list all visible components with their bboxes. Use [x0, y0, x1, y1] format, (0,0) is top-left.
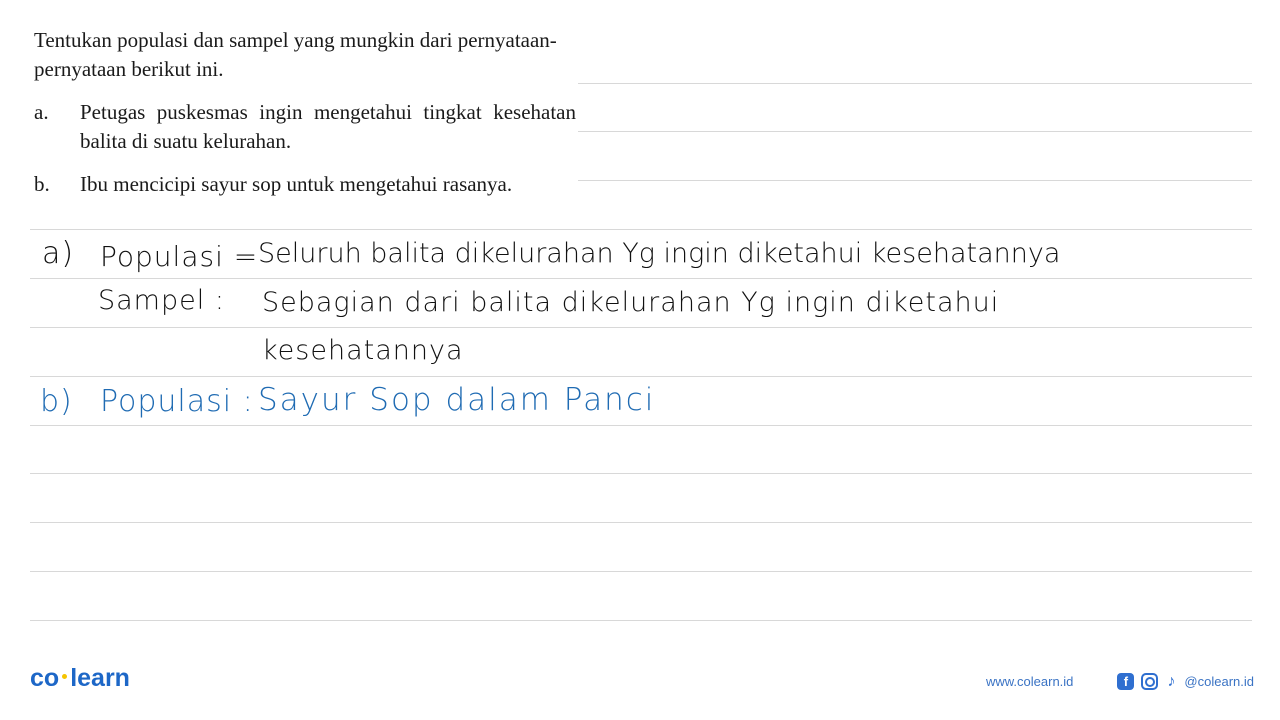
ruled-line	[578, 131, 1252, 132]
question-item-text: Ibu mencicipi sayur sop untuk mengetahui…	[80, 172, 513, 196]
ruled-line	[578, 180, 1252, 181]
answer-a-populasi-label: Populasi =	[100, 240, 259, 273]
ruled-line	[30, 571, 1252, 572]
answer-a-sampel-text-cont: kesehatannya	[262, 335, 464, 366]
ruled-line	[30, 278, 1252, 279]
question-item-b: b. Ibu mencicipi sayur sop untuk mengeta…	[34, 170, 590, 230]
logo-dot	[62, 674, 68, 680]
ruled-line	[30, 620, 1252, 621]
answer-a-label: a)	[42, 236, 75, 271]
question-intro: Tentukan populasi dan sampel yang mungki…	[34, 28, 557, 81]
answer-a-sampel-label: Sampel :	[98, 285, 225, 316]
answer-b-populasi-text: Sayur Sop dalam Panci	[258, 382, 656, 418]
question-item-text: Petugas puskesmas ingin mengetahui tingk…	[80, 100, 576, 153]
question-item-label: a.	[34, 100, 49, 124]
question-item-a: a. Petugas puskesmas ingin mengetahui ti…	[34, 98, 590, 158]
ruled-line	[30, 327, 1252, 328]
tiktok-icon[interactable]: ♪	[1165, 673, 1177, 690]
ruled-line	[30, 522, 1252, 523]
ruled-line	[30, 473, 1252, 474]
answer-a-sampel-text: Sebagian dari balita dikelurahan Yg ingi…	[262, 287, 1000, 318]
answer-b-populasi-label: Populasi :	[100, 384, 254, 419]
footer-links: www.colearn.id f ♪ @colearn.id	[986, 673, 1254, 690]
answer-a-populasi-text: Seluruh balita dikelurahan Yg ingin dike…	[258, 238, 1061, 269]
question-item-label: b.	[34, 172, 50, 196]
answer-b-label: b)	[40, 384, 73, 419]
ruled-line	[30, 425, 1252, 426]
logo-text-right: learn	[70, 664, 130, 692]
instagram-icon[interactable]	[1141, 673, 1159, 690]
social-handle[interactable]: @colearn.id	[1184, 674, 1254, 689]
website-link[interactable]: www.colearn.id	[986, 674, 1073, 689]
logo-text-left: co	[30, 664, 60, 692]
facebook-icon[interactable]: f	[1117, 673, 1135, 690]
colearn-logo: co learn	[30, 664, 130, 693]
ruled-line	[30, 376, 1252, 377]
ruled-line	[578, 83, 1252, 84]
